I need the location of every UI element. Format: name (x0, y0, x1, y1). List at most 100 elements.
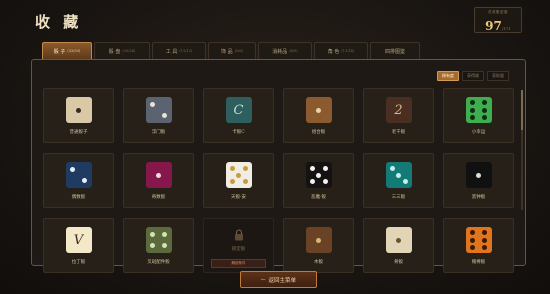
dice-pip (156, 172, 161, 178)
tab-label: 工 具 (165, 48, 178, 55)
collection-progress: 总收集进度 97/171 (474, 7, 522, 33)
dice-pip (81, 178, 87, 184)
dice-card[interactable]: 2 老千骰 (363, 88, 434, 143)
category-tabs: 骰 子 (33/50) 骰 盘 (20/24) 工 具 (11/12) 饰 品 (5/6) 消耗… (42, 42, 420, 60)
dice-letter: C (233, 102, 244, 118)
lock-icon (234, 229, 243, 241)
tab-0[interactable]: 骰 子 (33/50) (42, 42, 92, 59)
tab-3[interactable]: 饰 品 (5/6) (208, 42, 256, 59)
dice-pip (229, 179, 235, 184)
dice-icon (465, 97, 492, 123)
dice-card[interactable]: V 拉丁骰 (43, 218, 114, 273)
sort-button-2[interactable]: 获取量 (487, 71, 509, 81)
dice-grid: 普通骰子 浮门骰 C 卡骰C 组合骰 2 老千骰 小幸运偶数骰 奇数骰 天骰·安 恶魔·骰 三三骰 黑钟… (43, 88, 514, 273)
dice-pip (481, 100, 487, 106)
dice-card[interactable]: 天骰·安 (203, 153, 274, 208)
dice-letter: 2 (394, 102, 403, 118)
tab-count: (33/50) (67, 49, 81, 53)
dice-letter: V (73, 232, 84, 248)
dice-pip (389, 166, 395, 171)
dice-name: 小幸运 (471, 130, 486, 135)
dice-icon (305, 162, 332, 188)
dice-icon (225, 162, 252, 188)
dice-card[interactable]: 木骰 (283, 218, 354, 273)
dice-card[interactable]: 黑钟骰 (443, 153, 514, 208)
dice-name: 锁定骰 (231, 247, 246, 252)
tab-label: 四排图鉴 (384, 48, 405, 55)
sort-button-0[interactable]: 稀有度 (437, 71, 459, 81)
tab-2[interactable]: 工 具 (11/12) (152, 42, 206, 59)
dice-name: 浮门骰 (151, 130, 166, 135)
dice-card[interactable]: 赌棒骰 (443, 218, 514, 273)
tab-label: 骰 盘 (108, 48, 121, 55)
dice-pip (481, 237, 487, 243)
dice-icon: 2 (385, 97, 412, 123)
dice-card[interactable]: 恶魔·骰 (283, 153, 354, 208)
dice-pip (322, 179, 328, 184)
dice-icon (145, 162, 172, 188)
scrollbar[interactable] (521, 90, 523, 210)
dice-name: 奇数骰 (151, 195, 166, 200)
dice-pip (161, 231, 167, 237)
dice-pip (470, 244, 476, 250)
sort-button-1[interactable]: 获得顺 (462, 71, 484, 81)
tab-label: 饰 品 (221, 48, 233, 55)
dice-pip (150, 243, 156, 249)
dice-pip (396, 237, 401, 243)
dice-card[interactable]: 小幸运 (443, 88, 514, 143)
dice-pip (229, 166, 235, 171)
back-to-menu-button[interactable]: ← 返回主菜单 (240, 271, 317, 288)
scroll-thumb[interactable] (521, 90, 523, 130)
dice-pip (396, 172, 401, 178)
tab-4[interactable]: 消耗品 (4/9) (258, 42, 312, 59)
tab-5[interactable]: 角 色 (11/14) (314, 42, 368, 59)
dice-card[interactable]: 三三骰 (363, 153, 434, 208)
dice-card[interactable]: 锁定骰 解锁条件 (203, 218, 274, 273)
unlock-condition-button[interactable]: 解锁条件 (211, 259, 266, 268)
dice-card[interactable]: 浮门骰 (123, 88, 194, 143)
dice-name: 拉丁骰 (71, 260, 86, 265)
dice-icon (385, 162, 412, 188)
dice-pip (322, 166, 328, 171)
dice-name: 偶数骰 (71, 195, 86, 200)
dice-pip (481, 244, 487, 250)
tab-count: (4/9) (289, 49, 298, 53)
dice-card[interactable]: 普通骰子 (43, 88, 114, 143)
dice-name: 叉斑配件骰 (147, 260, 170, 265)
dice-name: 普通骰子 (69, 130, 88, 135)
dice-card[interactable]: 奇数骰 (123, 153, 194, 208)
dice-card[interactable]: 偶数骰 (43, 153, 114, 208)
dice-icon (385, 227, 412, 253)
dice-card[interactable]: 组合骰 (283, 88, 354, 143)
tab-label: 角 色 (327, 48, 340, 55)
dice-pip (309, 166, 315, 171)
dice-name: 赌棒骰 (471, 260, 486, 265)
dice-pip (316, 172, 321, 178)
tab-count: (11/14) (341, 49, 355, 53)
dice-card[interactable]: 叉斑配件骰 (123, 218, 194, 273)
dice-icon (305, 227, 332, 253)
sort-options: 稀有度 获得顺 获取量 (437, 71, 509, 81)
dice-pip (476, 172, 481, 178)
tab-6[interactable]: 四排图鉴 (370, 42, 420, 59)
tab-label: 消耗品 (272, 48, 288, 55)
dice-pip (470, 230, 476, 236)
dice-name: 恶魔·骰 (311, 195, 326, 200)
dice-card[interactable]: C 卡骰C (203, 88, 274, 143)
tab-1[interactable]: 骰 盘 (20/24) (94, 42, 150, 59)
dice-card[interactable]: 骨骰 (363, 218, 434, 273)
dice-icon (465, 162, 492, 188)
dice-icon: C (225, 97, 252, 123)
back-arrow-icon: ← (260, 276, 266, 283)
progress-label: 总收集进度 (488, 10, 508, 14)
dice-pip (161, 243, 167, 249)
dice-pip (316, 237, 321, 243)
dice-pip (470, 107, 476, 113)
dice-pip (242, 179, 248, 184)
dice-name: 骨骰 (394, 260, 403, 265)
dice-pip (150, 101, 156, 107)
tab-count: (5/6) (234, 49, 243, 53)
dice-icon (65, 97, 92, 123)
tab-label: 骰 子 (53, 48, 66, 55)
back-button-label: 返回主菜单 (268, 277, 297, 284)
